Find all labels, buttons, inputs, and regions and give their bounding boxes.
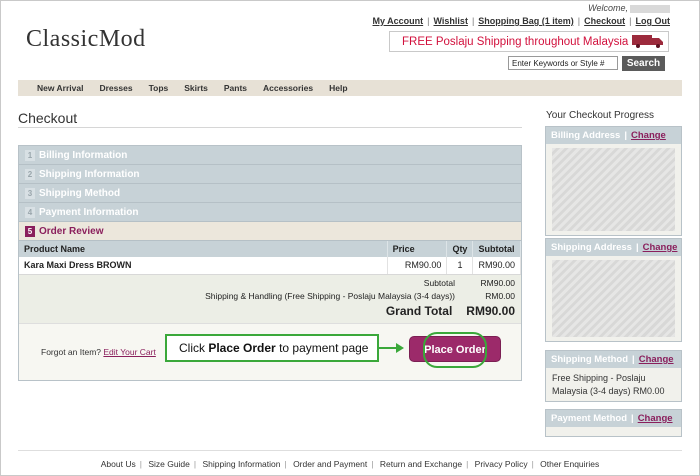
step-order-review: 5 Order Review (19, 222, 521, 241)
title-divider (18, 127, 522, 128)
step-shipping-method[interactable]: 3 Shipping Method (19, 184, 521, 203)
shipping-value: RM0.00 (485, 291, 515, 301)
footer-privacy-policy[interactable]: Privacy Policy (475, 459, 528, 469)
shipping-method-value: Free Shipping - Poslaju Malaysia (3-4 da… (552, 373, 665, 396)
search-input[interactable] (508, 56, 618, 70)
footer-divider (18, 450, 682, 451)
grand-total-label: Grand Total (385, 304, 453, 318)
edit-cart-link[interactable]: Edit Your Cart (103, 347, 155, 357)
shipping-address-redacted (552, 260, 675, 337)
footer-return-and-exchange[interactable]: Return and Exchange (380, 459, 462, 469)
shipping-address-box: Shipping Address | Change (545, 238, 682, 342)
checkout-steps: 1 Billing Information 2 Shipping Informati… (18, 145, 522, 381)
checkout-link[interactable]: Checkout (584, 16, 625, 26)
col-product-name: Product Name (19, 241, 388, 257)
progress-title: Your Checkout Progress (546, 110, 655, 121)
item-subtotal: RM90.00 (472, 257, 521, 275)
nav-tops[interactable]: Tops (149, 83, 169, 93)
step-payment-information[interactable]: 4 Payment Information (19, 203, 521, 222)
footer-about-us[interactable]: About Us (101, 459, 136, 469)
search-button[interactable]: Search (622, 56, 665, 71)
page-title: Checkout (18, 110, 78, 126)
order-review-panel: Product Name Price Qty Subtotal Kara Max… (19, 241, 521, 380)
nav-new-arrival[interactable]: New Arrival (37, 83, 83, 93)
user-name-redacted (630, 4, 670, 13)
billing-change-link[interactable]: Change (631, 130, 666, 141)
billing-address-box: Billing Address | Change (545, 126, 682, 236)
footer-shipping-information[interactable]: Shipping Information (203, 459, 281, 469)
step-shipping-information[interactable]: 2 Shipping Information (19, 165, 521, 184)
promo-banner[interactable]: FREE Poslaju Shipping throughout Malaysi… (389, 31, 669, 52)
welcome-text: Welcome, (588, 3, 670, 13)
subtotal-label: Subtotal (423, 278, 455, 288)
forgot-item: Forgot an Item? Edit Your Cart (41, 346, 156, 357)
truck-icon (632, 35, 663, 48)
billing-address-redacted (552, 148, 675, 231)
footer-other-enquiries[interactable]: Other Enquiries (540, 459, 599, 469)
footer-order-and-payment[interactable]: Order and Payment (293, 459, 367, 469)
shipping-address-change-link[interactable]: Change (643, 242, 678, 253)
step-billing-information[interactable]: 1 Billing Information (19, 146, 521, 165)
item-qty: 1 (446, 257, 474, 275)
top-links: My Account | Wishlist | Shopping Bag (1 it… (372, 16, 671, 26)
order-totals: Subtotal RM90.00 Shipping & Handling (Fre… (19, 274, 521, 323)
order-actions: Forgot an Item? Edit Your Cart Click Pla… (19, 322, 521, 380)
table-row: Kara Maxi Dress BROWN RM90.00 1 RM90.00 (19, 257, 521, 275)
nav-accessories[interactable]: Accessories (263, 83, 313, 93)
item-price: RM90.00 (387, 257, 448, 275)
order-items-table: Product Name Price Qty Subtotal Kara Max… (19, 241, 521, 275)
shopping-bag-link[interactable]: Shopping Bag (1 item) (478, 16, 574, 26)
highlight-ring (423, 331, 487, 368)
wishlist-link[interactable]: Wishlist (434, 16, 468, 26)
site-logo[interactable]: ClassicMod (26, 26, 146, 53)
grand-total-value: RM90.00 (466, 304, 515, 318)
my-account-link[interactable]: My Account (373, 16, 424, 26)
nav-help[interactable]: Help (329, 83, 347, 93)
footer-links: About Us | Size Guide | Shipping Informati… (100, 459, 600, 469)
logout-link[interactable]: Log Out (636, 16, 671, 26)
shipping-label: Shipping & Handling (Free Shipping - Pos… (205, 291, 455, 301)
main-nav: New Arrival Dresses Tops Skirts Pants Ac… (18, 80, 682, 96)
item-name: Kara Maxi Dress BROWN (19, 257, 388, 275)
payment-method-change-link[interactable]: Change (638, 413, 673, 424)
nav-pants[interactable]: Pants (224, 83, 247, 93)
col-qty: Qty (446, 241, 474, 257)
nav-skirts[interactable]: Skirts (184, 83, 208, 93)
arrow-right-icon (396, 342, 404, 353)
nav-dresses[interactable]: Dresses (99, 83, 132, 93)
shipping-method-box: Shipping Method | Change Free Shipping - P… (545, 350, 682, 402)
shipping-method-change-link[interactable]: Change (639, 354, 674, 365)
payment-method-box: Payment Method | Change (545, 409, 682, 437)
subtotal-value: RM90.00 (480, 278, 516, 288)
promo-text: FREE Poslaju Shipping throughout Malaysi… (402, 35, 629, 48)
instruction-callout: Click Place Order to payment page (165, 333, 379, 362)
col-price: Price (387, 241, 448, 257)
col-subtotal: Subtotal (472, 241, 521, 257)
footer-size-guide[interactable]: Size Guide (148, 459, 190, 469)
